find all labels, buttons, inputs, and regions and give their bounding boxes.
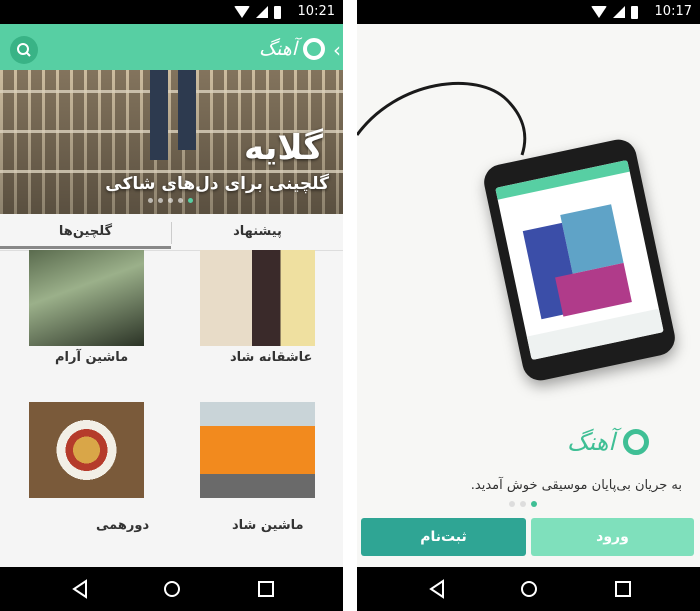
pager-dot-active[interactable]	[531, 501, 537, 507]
battery-icon	[274, 5, 281, 19]
back-icon[interactable]	[70, 579, 90, 599]
pager-dot[interactable]	[520, 501, 526, 507]
rainy-car-photo[interactable]	[29, 250, 144, 346]
pager-dot-active[interactable]	[188, 198, 193, 203]
party-food-photo[interactable]	[29, 402, 144, 498]
back-icon[interactable]	[427, 579, 447, 599]
rope-decoration	[0, 170, 343, 173]
status-time: 10:21	[297, 4, 335, 19]
hero-subtitle: گلچینی برای دل‌های شاکی	[105, 174, 329, 194]
status-icons	[234, 4, 281, 20]
chevron-left-icon[interactable]: ‹	[333, 38, 341, 62]
welcome-logo: آهنگ	[567, 428, 650, 456]
couple-photo[interactable]	[200, 250, 315, 346]
tab-collections[interactable]: گلچین‌ها	[0, 214, 171, 250]
hero-pager	[148, 198, 193, 203]
pager-dot[interactable]	[178, 198, 183, 203]
signal-icon	[256, 6, 268, 18]
rope-decoration	[0, 90, 343, 93]
search-icon	[17, 43, 31, 57]
wifi-icon	[234, 6, 250, 18]
pager-dot[interactable]	[158, 198, 163, 203]
pager-dot[interactable]	[509, 501, 515, 507]
leg-decoration	[150, 70, 168, 160]
logo-text: آهنگ	[258, 38, 297, 60]
nav-bar	[0, 567, 343, 611]
register-button[interactable]: ثبت‌نام	[361, 518, 526, 556]
pager-dot[interactable]	[148, 198, 153, 203]
home-icon[interactable]	[162, 579, 182, 599]
app-logo: آهنگ	[259, 37, 325, 61]
recent-apps-icon[interactable]	[613, 579, 633, 599]
tab-indicator	[0, 246, 171, 249]
phone-illustration-screen	[495, 159, 664, 361]
tab-divider	[171, 222, 172, 244]
pager-dot[interactable]	[168, 198, 173, 203]
card-label: عاشقانه شاد	[230, 350, 313, 365]
phone-right: 10:17 آهنگ به جریان بی‌پایان موسیقی خوش …	[357, 0, 700, 611]
card-label: ماشین آرام	[55, 350, 129, 365]
phone-left: 10:21 آهنگ ‹ گلایه گلچینی برای دل‌های شا…	[0, 0, 343, 611]
tab-suggestions[interactable]: پیشنهاد	[172, 214, 343, 250]
logo-text: آهنگ	[567, 428, 616, 456]
welcome-text: به جریان بی‌پایان موسیقی خوش آمدید.	[470, 478, 682, 493]
recent-apps-icon[interactable]	[256, 579, 276, 599]
onboarding-pager	[509, 501, 537, 507]
logo-circle-icon	[623, 429, 650, 455]
leg-decoration	[178, 70, 196, 150]
card-label: دورهمی	[96, 518, 150, 533]
search-button[interactable]	[10, 36, 38, 64]
card-label: ماشین شاد	[232, 518, 304, 533]
hero-title: گلایه	[244, 128, 323, 168]
nav-bar	[357, 567, 700, 611]
orange-taxi-photo[interactable]	[200, 402, 315, 498]
status-bar: 10:21	[0, 0, 343, 24]
logo-circle-icon	[303, 38, 325, 60]
login-button[interactable]: ورود	[531, 518, 694, 556]
home-icon[interactable]	[519, 579, 539, 599]
